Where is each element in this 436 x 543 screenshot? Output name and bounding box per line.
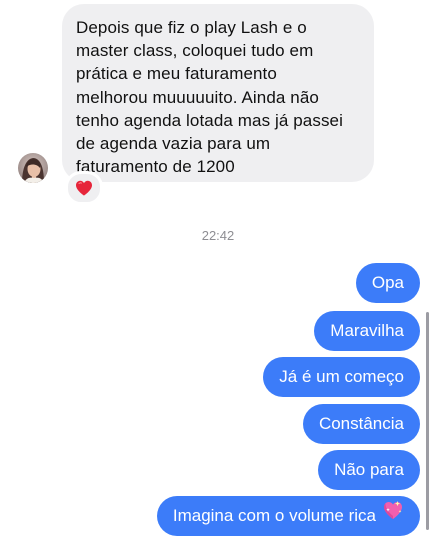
outgoing-message-bubble[interactable]: Maravilha xyxy=(314,311,420,351)
message-text: Maravilha xyxy=(330,321,404,340)
sender-avatar[interactable] xyxy=(18,153,48,183)
outgoing-message-bubble[interactable]: Já é um começo xyxy=(263,357,420,397)
red-heart-icon xyxy=(76,180,92,196)
message-text: Constância xyxy=(318,414,404,433)
message-line: melhorou muuuuuito. Ainda não xyxy=(76,87,319,107)
message-text: Não para xyxy=(334,460,404,479)
avatar-image xyxy=(18,153,48,183)
message-line: tenho agenda lotada mas já passei xyxy=(76,110,343,130)
message-text: Opa xyxy=(371,273,404,292)
outgoing-message-bubble[interactable]: Constância xyxy=(302,404,420,444)
incoming-message-bubble[interactable]: Depois que fiz o play Lash e o master cl… xyxy=(62,4,374,182)
outgoing-message-bubble[interactable]: Opa xyxy=(355,263,420,303)
message-reaction[interactable] xyxy=(65,171,103,205)
outgoing-message-bubble[interactable]: Não para xyxy=(318,450,420,490)
sparkling-heart-icon xyxy=(382,495,404,535)
message-line: faturamento de 1200 xyxy=(76,157,235,177)
message-line: de agenda vazia para um xyxy=(76,134,271,154)
message-text: Já é um começo xyxy=(279,367,404,386)
scrollbar[interactable] xyxy=(426,312,429,530)
message-line: Depois que fiz o play Lash e o xyxy=(76,18,307,37)
outgoing-message-bubble[interactable]: Imagina com o volume rica xyxy=(156,495,420,536)
message-line: prática e meu faturamento xyxy=(76,64,277,84)
chat-thread: Depois que fiz o play Lash e o master cl… xyxy=(0,0,436,543)
message-line: master class, coloquei tudo em xyxy=(76,41,314,61)
timestamp: 22:42 xyxy=(201,228,235,243)
message-text: Imagina com o volume rica xyxy=(172,506,376,525)
